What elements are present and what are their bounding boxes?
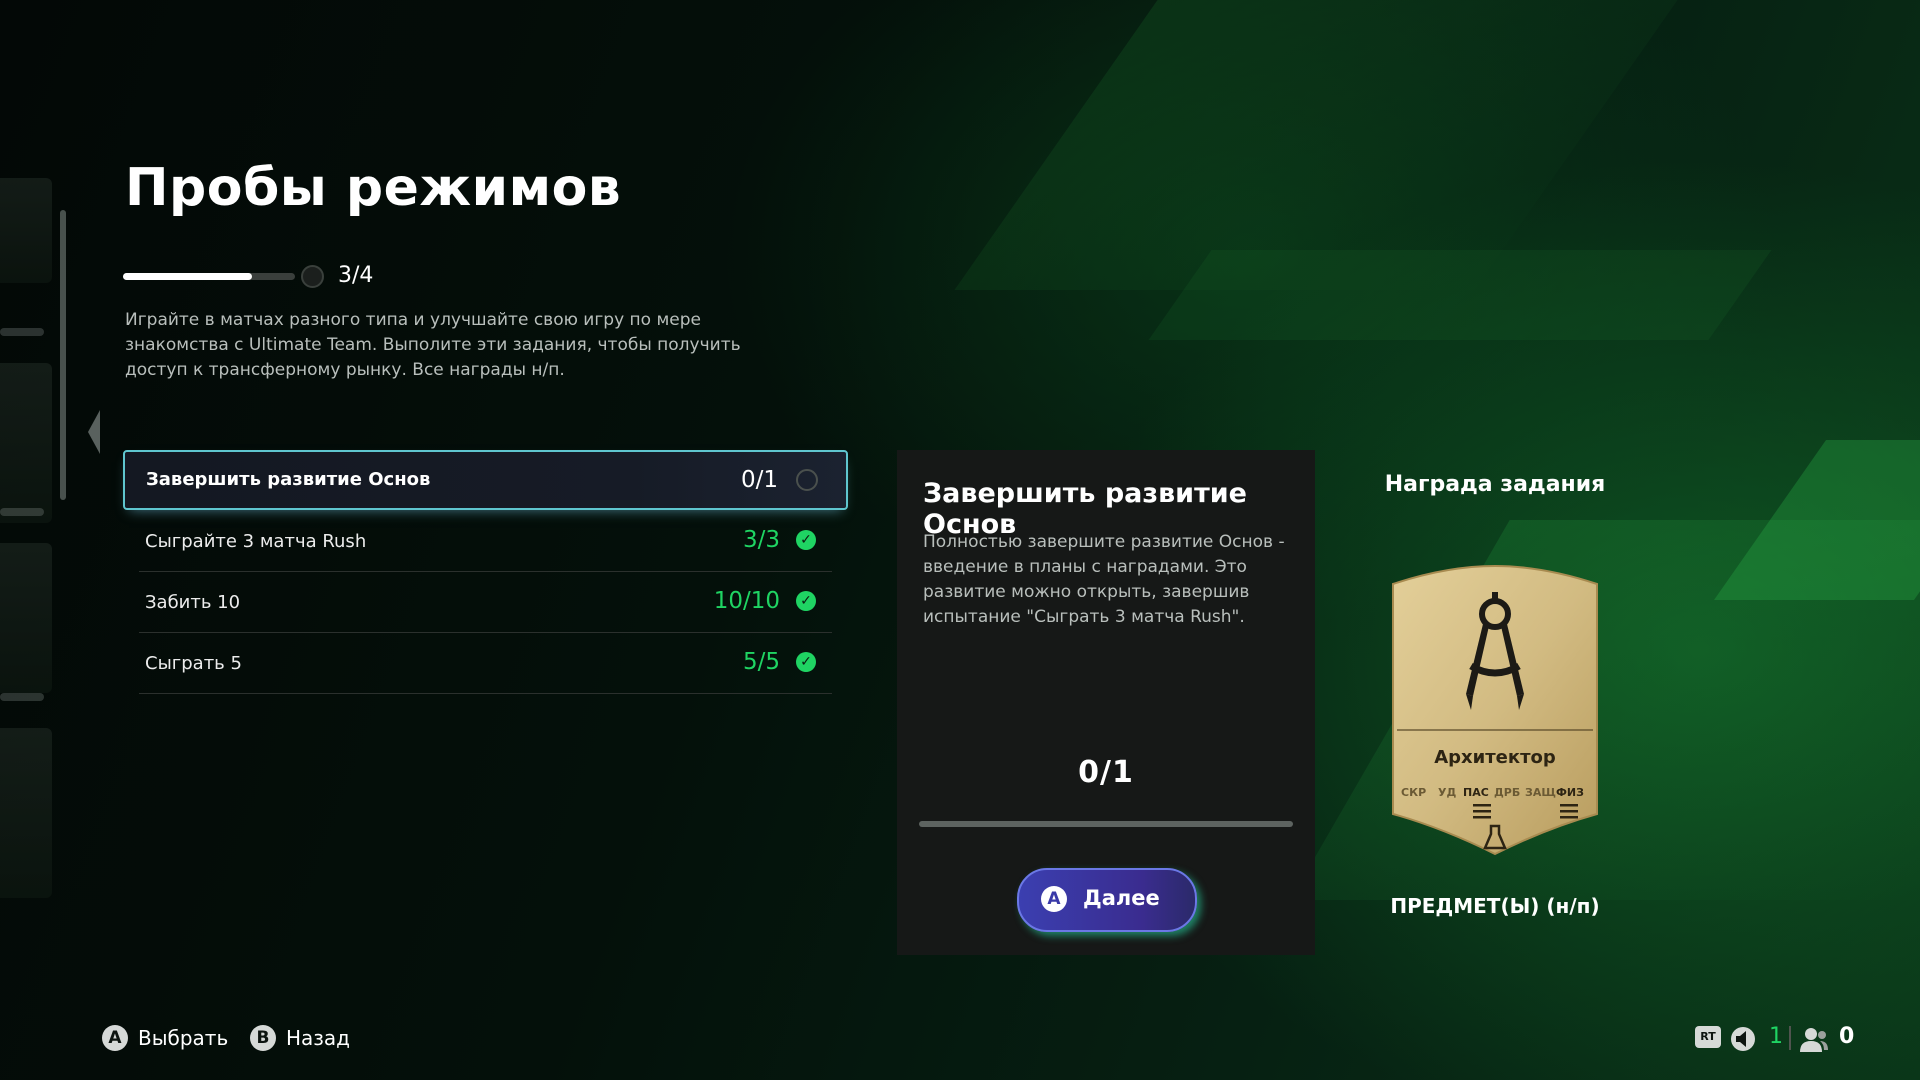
friends-icon bbox=[1800, 1028, 1828, 1052]
hint-label: Выбрать bbox=[138, 1026, 229, 1050]
progress-track bbox=[123, 273, 295, 280]
chevron-left-icon[interactable] bbox=[88, 410, 100, 454]
side-menu-tile[interactable] bbox=[0, 728, 52, 898]
speaker-icon bbox=[1731, 1027, 1755, 1051]
next-button-label: Далее bbox=[1083, 886, 1160, 910]
objective-progress: 3/4 bbox=[123, 263, 423, 289]
hint-label: Назад bbox=[286, 1026, 351, 1050]
reward-title: Награда задания bbox=[1384, 472, 1606, 497]
divider bbox=[1789, 1026, 1791, 1050]
task-label: Завершить развитие Основ bbox=[146, 469, 431, 490]
side-menu-tile[interactable] bbox=[0, 363, 52, 523]
task-row[interactable]: Сыграть 5 5/5 ✓ bbox=[139, 634, 832, 694]
background-stripe bbox=[1148, 250, 1772, 340]
side-menu-tile[interactable] bbox=[0, 543, 52, 693]
checkmark-icon: ✓ bbox=[796, 591, 816, 611]
task-row[interactable]: Забить 10 10/10 ✓ bbox=[139, 573, 832, 633]
side-menu-divider bbox=[0, 693, 44, 701]
status-bar: RT 1 0 bbox=[1695, 1022, 1895, 1056]
b-button-icon: B bbox=[250, 1025, 276, 1051]
side-menu-divider bbox=[0, 508, 44, 516]
background-stripe bbox=[1290, 520, 1920, 900]
task-row[interactable]: Завершить развитие Основ 0/1 bbox=[123, 450, 848, 510]
side-menu-tile[interactable] bbox=[0, 178, 52, 283]
reward-card[interactable]: Архитектор СКР УД ПАС ДРБ ЗАЩ ФИЗ bbox=[1387, 562, 1603, 856]
online-count: 1 bbox=[1769, 1024, 1783, 1049]
friends-count: 0 bbox=[1839, 1024, 1855, 1049]
checkmark-icon: ✓ bbox=[796, 652, 816, 672]
side-menu-divider bbox=[0, 328, 44, 336]
next-button[interactable]: A Далее bbox=[1017, 868, 1197, 932]
a-button-icon: A bbox=[102, 1025, 128, 1051]
page-description: Играйте в матчах разного типа и улучшайт… bbox=[125, 310, 741, 380]
task-label: Сыграть 5 bbox=[145, 653, 242, 674]
task-count: 5/5 bbox=[742, 649, 780, 675]
detail-progress-count: 0/1 bbox=[1078, 755, 1134, 790]
background-stripe bbox=[954, 0, 1706, 290]
progress-text: 3/4 bbox=[338, 263, 374, 288]
page-title: Пробы режимов bbox=[125, 158, 622, 218]
task-count: 3/3 bbox=[742, 527, 780, 553]
collapsed-side-menu[interactable] bbox=[0, 178, 55, 898]
task-count: 0/1 bbox=[740, 467, 778, 493]
task-list: Завершить развитие Основ 0/1 Сыграйте 3 … bbox=[123, 450, 848, 695]
task-row[interactable]: Сыграйте 3 матча Rush 3/3 ✓ bbox=[139, 512, 832, 572]
pending-circle-icon bbox=[796, 469, 818, 491]
checkmark-icon: ✓ bbox=[796, 530, 816, 550]
objective-detail-panel: Завершить развитие Основ Полностью завер… bbox=[897, 450, 1315, 955]
scrollbar[interactable] bbox=[60, 210, 66, 500]
detail-progress-track bbox=[919, 821, 1293, 827]
progress-fill bbox=[123, 273, 252, 280]
progress-end-marker bbox=[301, 265, 324, 288]
rt-trigger-icon: RT bbox=[1695, 1026, 1721, 1048]
a-button-icon: A bbox=[1041, 886, 1067, 912]
task-label: Забить 10 bbox=[145, 592, 241, 613]
background-stripe bbox=[1713, 440, 1920, 600]
flask-icon bbox=[1483, 824, 1507, 850]
reward-caption: ПРЕДМЕТ(Ы) (н/п) bbox=[1390, 894, 1600, 918]
task-label: Сыграйте 3 матча Rush bbox=[145, 531, 367, 552]
detail-description: Полностью завершите развитие Основ - вве… bbox=[923, 532, 1285, 627]
screen: Пробы режимов 3/4 Играйте в матчах разно… bbox=[0, 0, 1920, 1080]
task-count: 10/10 bbox=[713, 588, 780, 614]
